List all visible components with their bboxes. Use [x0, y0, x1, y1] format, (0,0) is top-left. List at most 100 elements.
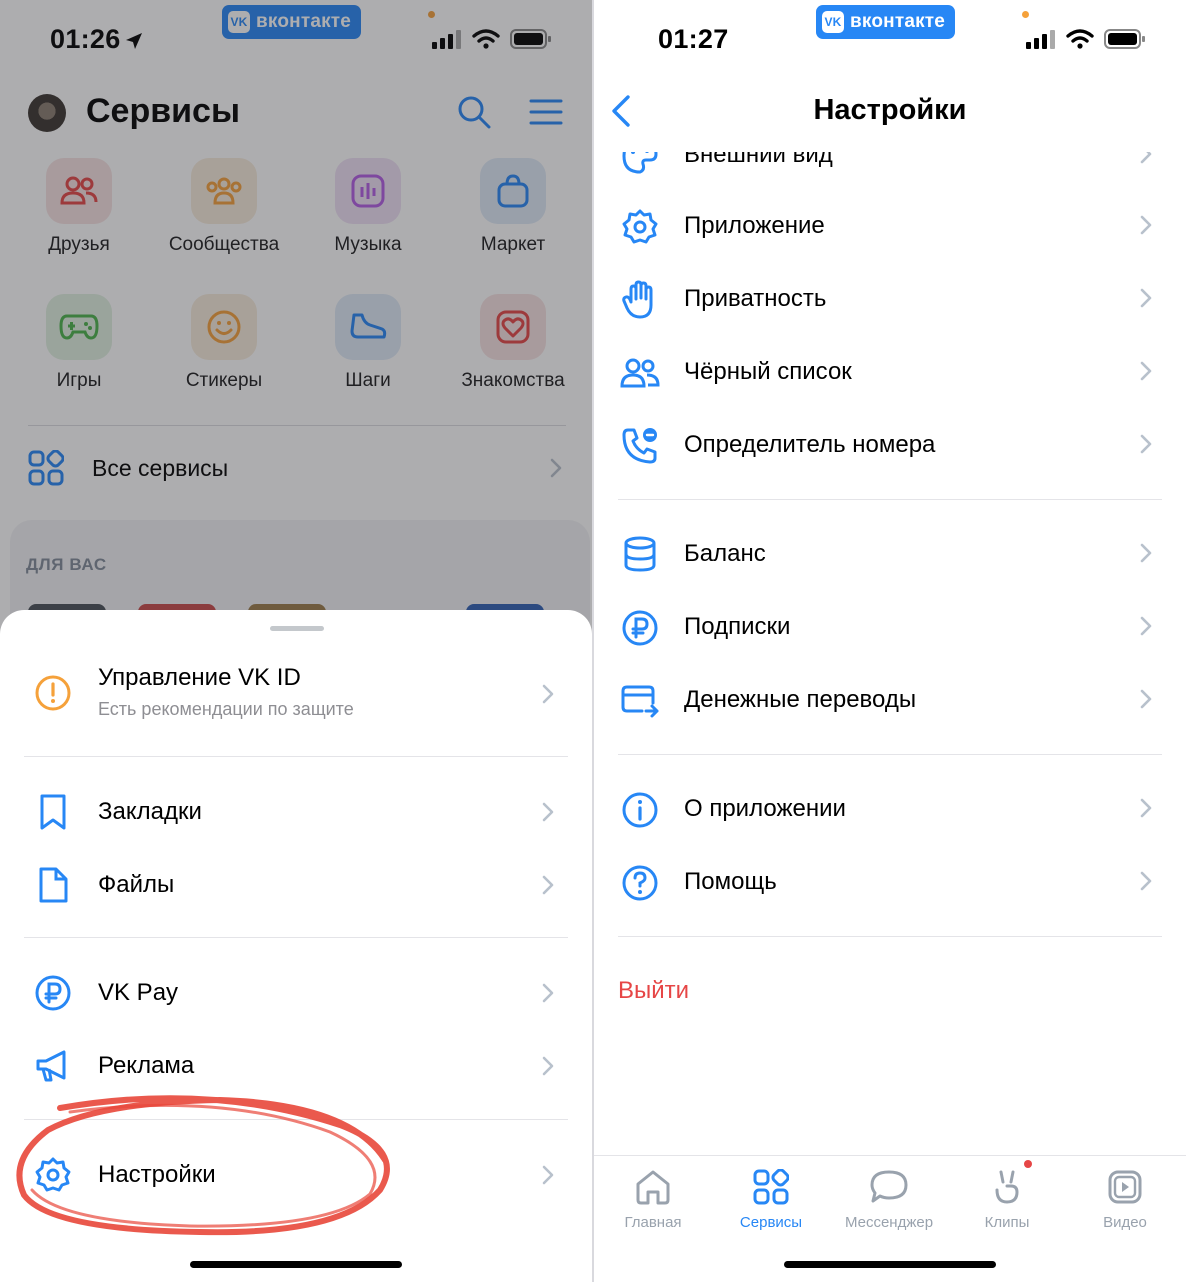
privacy-row[interactable]: Приватность [594, 276, 1186, 324]
separator [618, 936, 1162, 937]
signal-icon [1026, 30, 1055, 49]
service-stickers[interactable]: Стикеры [154, 294, 294, 392]
services-screen: 01:26 VK вконтакте Сервисы Друзья Сообщес… [0, 0, 592, 1282]
home-indicator [190, 1261, 402, 1268]
vkid-subtitle: Есть рекомендации по защите [98, 699, 354, 719]
service-games[interactable]: Игры [9, 294, 149, 392]
files-row[interactable]: Файлы [0, 861, 592, 909]
notification-dot [1024, 1160, 1032, 1168]
service-communities[interactable]: Сообщества [154, 158, 294, 256]
page-title: Сервисы [86, 92, 240, 130]
about-row[interactable]: О приложении [594, 786, 1186, 834]
chevron-right-icon [1140, 871, 1152, 891]
chevron-right-icon [1140, 689, 1152, 709]
gear-icon [34, 1156, 72, 1194]
hand-icon [620, 280, 660, 320]
battery-icon [1104, 29, 1145, 49]
status-icons [432, 28, 552, 50]
ruble-icon [34, 974, 72, 1012]
separator [618, 754, 1162, 755]
avatar[interactable] [28, 94, 66, 132]
bottom-sheet: Управление VK ID Есть рекомендации по за… [0, 610, 592, 1282]
tab-video[interactable]: Видео [1066, 1166, 1184, 1231]
chevron-right-icon [550, 458, 562, 478]
for-you-heading: ДЛЯ ВАС [26, 555, 107, 574]
service-market[interactable]: Маркет [443, 158, 583, 256]
separator [618, 499, 1162, 500]
chevron-right-icon [542, 802, 554, 822]
menu-icon[interactable] [528, 94, 564, 130]
home-icon [594, 1166, 712, 1208]
clips-icon [948, 1166, 1066, 1208]
grid-icon [28, 450, 64, 486]
signal-icon [432, 30, 461, 49]
ruble-icon [620, 608, 660, 648]
communities-icon [191, 158, 257, 224]
tab-clips[interactable]: Клипы [948, 1166, 1066, 1231]
status-time: 01:26 [50, 24, 121, 54]
ads-row[interactable]: Реклама [0, 1042, 592, 1090]
vkid-title: Управление VK ID [98, 664, 301, 691]
music-icon [335, 158, 401, 224]
vk-badge: VK вконтакте [816, 5, 956, 39]
service-dating[interactable]: Знакомства [443, 294, 583, 392]
privacy-indicator [428, 11, 435, 18]
separator [24, 1119, 568, 1120]
dating-icon [480, 294, 546, 360]
page-title: Настройки [813, 94, 967, 126]
all-services-row[interactable]: Все сервисы [28, 446, 568, 490]
steps-icon [335, 294, 401, 360]
chevron-right-icon [1140, 215, 1152, 235]
chevron-right-icon [1140, 361, 1152, 381]
battery-icon [510, 29, 551, 49]
service-friends[interactable]: Друзья [9, 158, 149, 256]
sheet-grabber[interactable] [270, 626, 324, 631]
location-arrow-icon [126, 33, 142, 49]
vkpay-row[interactable]: VK Pay [0, 969, 592, 1017]
service-music[interactable]: Музыка [298, 158, 438, 256]
separator [24, 937, 568, 938]
service-steps[interactable]: Шаги [298, 294, 438, 392]
chevron-right-icon [542, 1056, 554, 1076]
file-icon [34, 866, 72, 904]
status-time: 01:27 [658, 24, 729, 54]
header-mask [594, 140, 1186, 152]
services-icon [712, 1166, 830, 1208]
search-icon[interactable] [456, 94, 492, 130]
vk-badge: VK вконтакте [222, 5, 362, 39]
separator [24, 756, 568, 757]
vkid-row[interactable]: Управление VK ID Есть рекомендации по за… [0, 662, 592, 726]
transfers-row[interactable]: Денежные переводы [594, 677, 1186, 725]
warning-icon [34, 674, 72, 712]
bookmark-icon [34, 793, 72, 831]
subscriptions-row[interactable]: Подписки [594, 604, 1186, 652]
app-row[interactable]: Приложение [594, 203, 1186, 251]
help-icon [620, 863, 660, 903]
status-icons [1026, 28, 1146, 50]
chevron-right-icon [542, 684, 554, 704]
gear-icon [620, 207, 660, 247]
help-row[interactable]: Помощь [594, 859, 1186, 907]
home-indicator [784, 1261, 996, 1268]
market-icon [480, 158, 546, 224]
chevron-right-icon [1140, 616, 1152, 636]
friends-icon [46, 158, 112, 224]
balance-row[interactable]: Баланс [594, 531, 1186, 579]
logout-button[interactable]: Выйти [618, 977, 689, 1005]
tab-services[interactable]: Сервисы [712, 1166, 830, 1231]
chevron-right-icon [1140, 288, 1152, 308]
caller-id-row[interactable]: Определитель номера [594, 422, 1186, 470]
bookmarks-row[interactable]: Закладки [0, 788, 592, 836]
chevron-right-icon [1140, 798, 1152, 818]
chevron-right-icon [542, 1165, 554, 1185]
wifi-icon [472, 29, 500, 49]
settings-row[interactable]: Настройки [0, 1151, 592, 1199]
blacklist-row[interactable]: Чёрный список [594, 349, 1186, 397]
tab-messenger[interactable]: Мессенджер [830, 1166, 948, 1231]
stickers-icon [191, 294, 257, 360]
wifi-icon [1066, 29, 1094, 49]
settings-screen: 01:27 VK вконтакте Настройки Внешний вид … [594, 0, 1186, 1282]
games-icon [46, 294, 112, 360]
tab-home[interactable]: Главная [594, 1166, 712, 1231]
coins-icon [620, 535, 660, 575]
